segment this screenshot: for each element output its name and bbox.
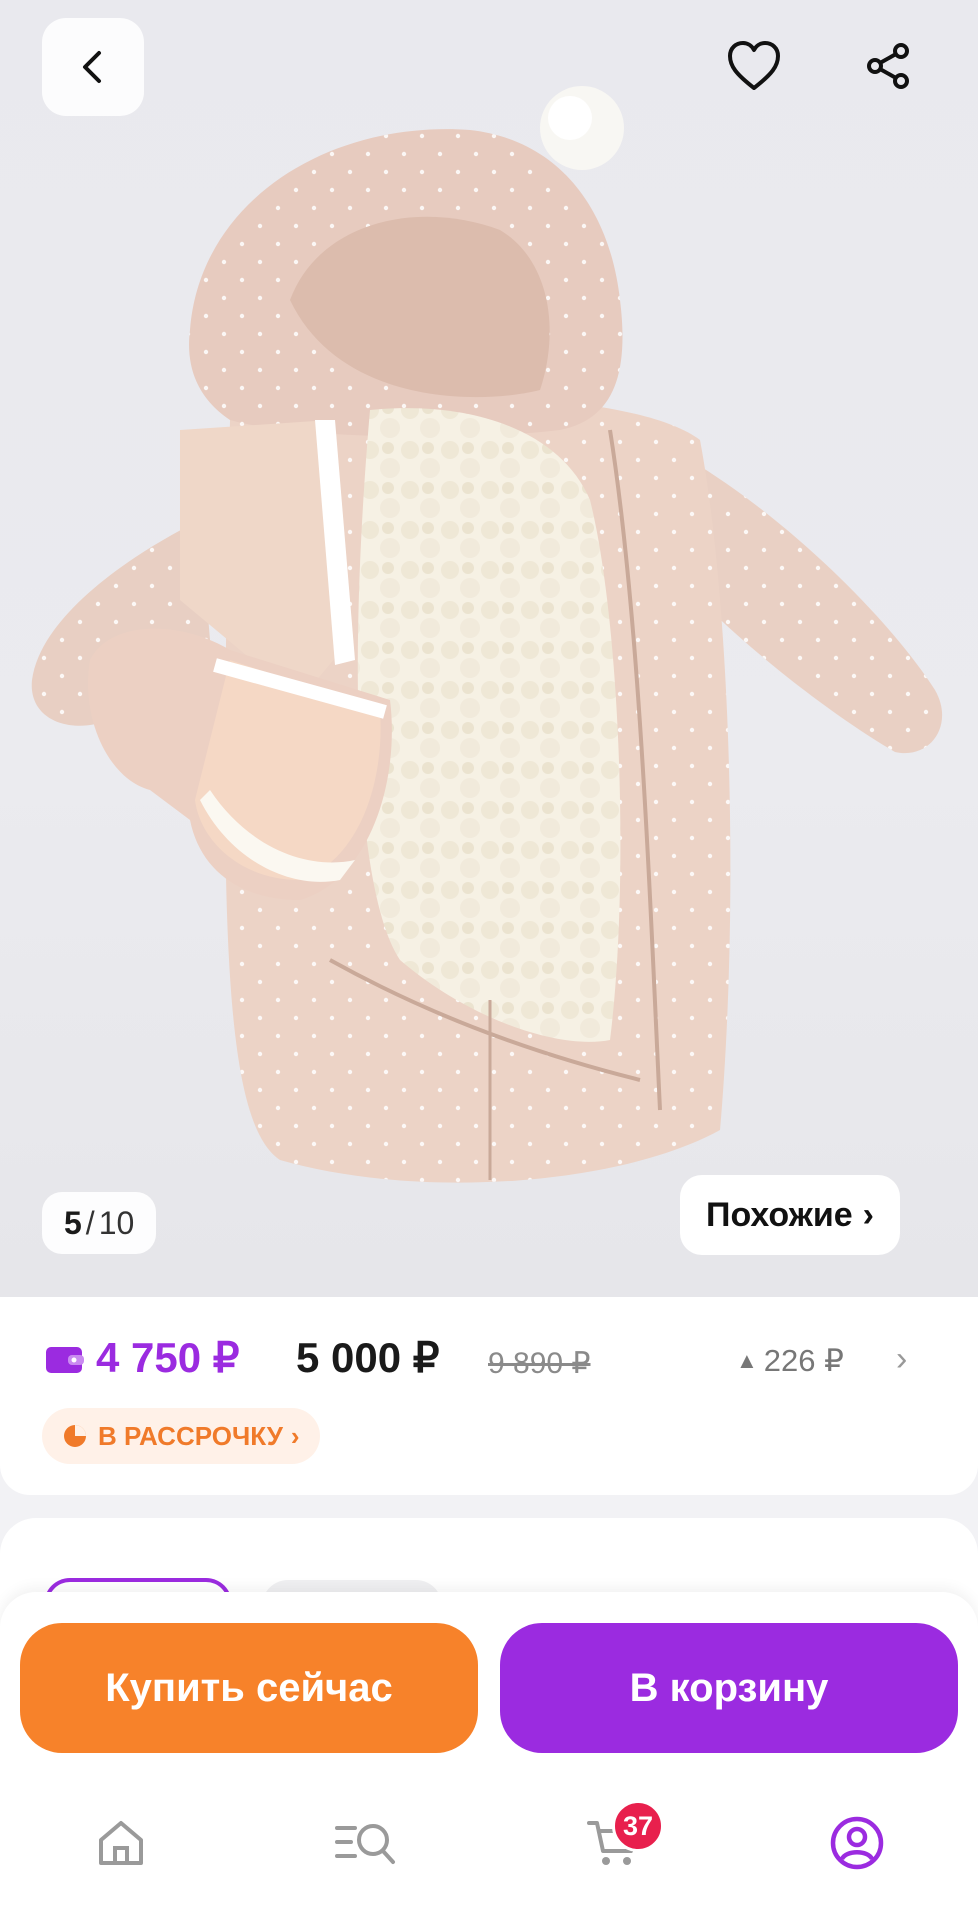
- home-icon: [99, 1821, 143, 1865]
- wallet-icon: [46, 1347, 84, 1373]
- chevron-right-icon: ›: [862, 1195, 874, 1234]
- tab-home[interactable]: [86, 1808, 156, 1878]
- pie-chart-icon: [64, 1425, 86, 1447]
- buy-now-button[interactable]: Купить сейчас: [20, 1623, 478, 1753]
- tab-profile[interactable]: [822, 1808, 892, 1878]
- triangle-up-icon: ▲: [736, 1348, 758, 1373]
- counter-separator: /: [85, 1204, 95, 1241]
- old-price: 9 890 ₽: [488, 1347, 591, 1380]
- catalog-search-icon: [335, 1824, 395, 1864]
- cart-badge: 37: [612, 1800, 664, 1852]
- points-info[interactable]: ▲ 226 ₽: [736, 1343, 844, 1379]
- heart-icon: [728, 41, 780, 90]
- chevron-right-icon: ›: [290, 1420, 300, 1451]
- product-image[interactable]: [0, 0, 978, 1297]
- counter-current: 5: [64, 1204, 82, 1241]
- points-value: 226 ₽: [763, 1343, 844, 1378]
- counter-total: 10: [98, 1204, 135, 1241]
- price: 5 000 ₽: [296, 1334, 440, 1381]
- share-button[interactable]: [852, 30, 924, 102]
- back-button[interactable]: [42, 18, 144, 116]
- favorite-button[interactable]: [718, 30, 790, 102]
- chevron-left-icon: [83, 51, 101, 83]
- add-to-cart-button[interactable]: В корзину: [500, 1623, 958, 1753]
- chevron-right-icon[interactable]: ›: [896, 1340, 907, 1379]
- tab-catalog[interactable]: [330, 1808, 400, 1878]
- installment-label: В РАССРОЧКУ: [98, 1420, 283, 1451]
- similar-label: Похожие: [706, 1195, 853, 1234]
- product-gallery[interactable]: 5 / 10 Похожие ›: [0, 0, 978, 1297]
- similar-button[interactable]: Похожие ›: [680, 1175, 900, 1255]
- price-card: [0, 1297, 978, 1495]
- profile-icon: [830, 1816, 884, 1870]
- share-icon: [867, 43, 909, 89]
- installment-button[interactable]: В РАССРОЧКУ ›: [42, 1408, 320, 1464]
- wallet-price: 4 750 ₽: [96, 1334, 240, 1381]
- image-counter: 5 / 10: [42, 1192, 157, 1254]
